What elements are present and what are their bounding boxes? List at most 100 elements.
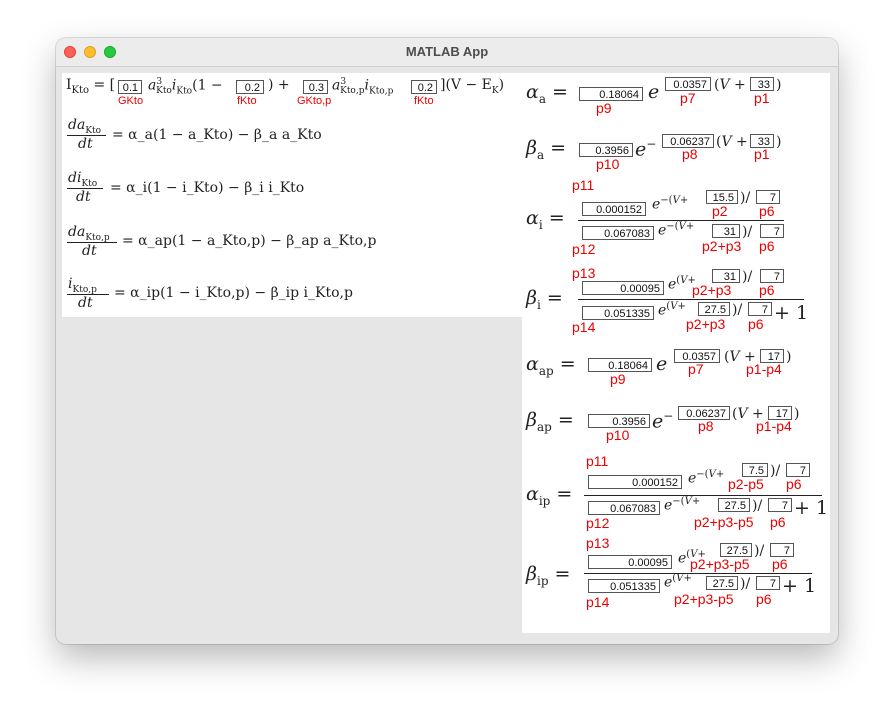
alpha-ip-bar [584, 495, 822, 496]
alpha-i-label-numshift: p2 [712, 203, 728, 219]
alpha-i-den-coef-input[interactable]: 0.067083 [582, 226, 654, 240]
alpha-ip-den-shift-input[interactable]: 27.5 [718, 498, 750, 512]
beta-i-den-coef-input[interactable]: 0.051335 [582, 306, 654, 320]
alpha-a-shift-input[interactable]: 33 [750, 77, 774, 91]
ode-da-num: daKto [68, 117, 101, 136]
alpha-i-label-dencoef: p12 [572, 241, 596, 257]
beta-i-den-exp: e(V+ [658, 301, 686, 319]
beta-ap-coef-input[interactable]: 0.3956 [588, 414, 650, 428]
ode4-rhs: = α_ip(1 − i_Kto,p) − β_ip i_Kto,p [114, 285, 353, 301]
beta-a-coef-input[interactable]: 0.3956 [579, 143, 633, 157]
alpha-ap-coef-input[interactable]: 0.18064 [588, 358, 652, 372]
alpha-ip-num-div-input[interactable]: 7 [786, 463, 810, 477]
beta-ip-den-div: )/ [740, 576, 751, 592]
ode2-den: dt [76, 189, 91, 205]
f-kto-p-input[interactable]: 0.2 [411, 80, 437, 94]
alpha-ip-sub: ip [538, 493, 551, 508]
alpha-i-label-numcoef: p11 [572, 177, 595, 193]
alpha-i-label-numdiv: p6 [759, 203, 775, 219]
beta-i-den-shift-input[interactable]: 27.5 [698, 302, 730, 316]
beta-ip-num-coef-input[interactable]: 0.00095 [588, 555, 672, 569]
beta-ip-bar [584, 573, 812, 574]
f-kto-input[interactable]: 0.2 [236, 80, 264, 94]
beta-ip-num-div: )/ [754, 543, 765, 559]
beta-ap-sub: ap [536, 419, 552, 434]
alpha-i-sub: i [538, 217, 543, 232]
beta-i-num-div: )/ [742, 269, 753, 285]
gating-i-sub: Kto [176, 86, 193, 97]
f-kto-label: fKto [237, 95, 257, 107]
alpha-ip-den-div-input[interactable]: 7 [768, 498, 792, 512]
alpha-i-num-shift-input[interactable]: 15.5 [706, 190, 738, 204]
beta-ip-den-shift-input[interactable]: 27.5 [706, 576, 738, 590]
alpha-ip-num-coef-input[interactable]: 0.000152 [588, 475, 682, 489]
beta-i-label-denshift: p2+p3 [686, 316, 726, 332]
beta-i-symbol: β [526, 287, 537, 309]
alpha-i-label-dendiv: p6 [759, 238, 775, 254]
alpha-ap-e: e [656, 353, 668, 375]
beta-a-close: ) [776, 134, 782, 150]
beta-ip-sub: ip [536, 573, 549, 588]
alpha-i-num-div-input[interactable]: 7 [756, 190, 780, 204]
beta-i-num-coef-input[interactable]: 0.00095 [582, 281, 664, 295]
gating-ip-sub: Kto,p [368, 86, 394, 97]
alpha-a-coef-input[interactable]: 0.18064 [579, 87, 643, 101]
beta-ip-den-coef-input[interactable]: 0.051335 [588, 579, 660, 593]
alpha-ip-den-coef-input[interactable]: 0.067083 [588, 501, 660, 515]
g-kto-p-label: GKto,p [297, 95, 332, 107]
ode3-den: dt [82, 243, 97, 259]
g-kto-p-input[interactable]: 0.3 [303, 80, 328, 94]
alpha-i-den-div: )/ [742, 224, 753, 240]
alpha-a-sub: a [538, 91, 546, 106]
beta-a-label-k: p8 [682, 146, 698, 162]
gating-a-sub: Kto [156, 86, 172, 97]
beta-a-symbol: β [526, 137, 537, 159]
beta-ip-lhs: βip = [526, 563, 571, 588]
beta-i-den-div: )/ [732, 302, 743, 318]
alpha-ap-sub: ap [538, 363, 554, 378]
beta-i-num-shift-input[interactable]: 31 [712, 269, 740, 283]
alpha-ip-num-div: )/ [770, 463, 781, 479]
alpha-i-den-div-input[interactable]: 7 [760, 224, 784, 238]
ode4-den: dt [78, 295, 93, 311]
alpha-ip-label-denshift: p2+p3-p5 [694, 514, 754, 530]
beta-i-num-div-input[interactable]: 7 [760, 269, 784, 283]
beta-i-bar [578, 299, 804, 300]
alpha-a-label-coef: p9 [596, 100, 612, 116]
beta-ip-label-numcoef: p13 [586, 535, 610, 551]
beta-i-label-numshift: p2+p3 [692, 282, 732, 298]
alpha-i-num-coef-input[interactable]: 0.000152 [582, 202, 646, 216]
beta-ip-label-denshift: p2+p3-p5 [674, 591, 734, 607]
beta-i-plus-one: + 1 [774, 302, 809, 324]
ode2-num: di [68, 170, 82, 186]
g-kto-label: GKto [118, 95, 144, 107]
alpha-i-lhs: αi = [526, 207, 565, 232]
beta-ip-num-div-input[interactable]: 7 [770, 543, 794, 557]
beta-i-den-div-input[interactable]: 7 [748, 302, 772, 316]
beta-ip-den-div-input[interactable]: 7 [756, 576, 780, 590]
alpha-a-label-k: p7 [680, 90, 696, 106]
beta-i-label-dencoef: p14 [572, 319, 596, 335]
alpha-ip-num-shift-input[interactable]: 7.5 [742, 463, 768, 477]
f-kto-p-label: fKto [414, 95, 434, 107]
beta-ap-lhs: βap = [526, 409, 574, 434]
g-kto-input[interactable]: 0.1 [118, 80, 142, 94]
alpha-i-label-denshift: p2+p3 [702, 238, 742, 254]
equations-panel: IKto = [ 0.1 a3KtoiKto(1 − 0.2 ) + 0.3 a… [62, 73, 522, 317]
alpha-i-den-shift-input[interactable]: 31 [712, 224, 740, 238]
ode1-num: da [68, 117, 86, 133]
beta-ap-label-coef: p10 [606, 427, 630, 443]
alpha-ap-close: ) [786, 349, 792, 365]
beta-a-v: (V + [716, 134, 748, 150]
ik-lhs-sub: Kto [71, 84, 90, 96]
ode3-num: da [68, 224, 86, 240]
ode-di-num: diKto [68, 170, 97, 189]
beta-a-e: e− [635, 137, 657, 161]
beta-a-label-coef: p10 [596, 156, 620, 172]
beta-i-lhs: βi = [526, 287, 563, 312]
alpha-a-v: (V + [714, 77, 746, 93]
alpha-a-k-input[interactable]: 0.0357 [665, 77, 711, 91]
alpha-a-close: ) [776, 77, 782, 93]
beta-ip-num-shift-input[interactable]: 27.5 [720, 543, 752, 557]
ode1-den: dt [78, 136, 93, 152]
